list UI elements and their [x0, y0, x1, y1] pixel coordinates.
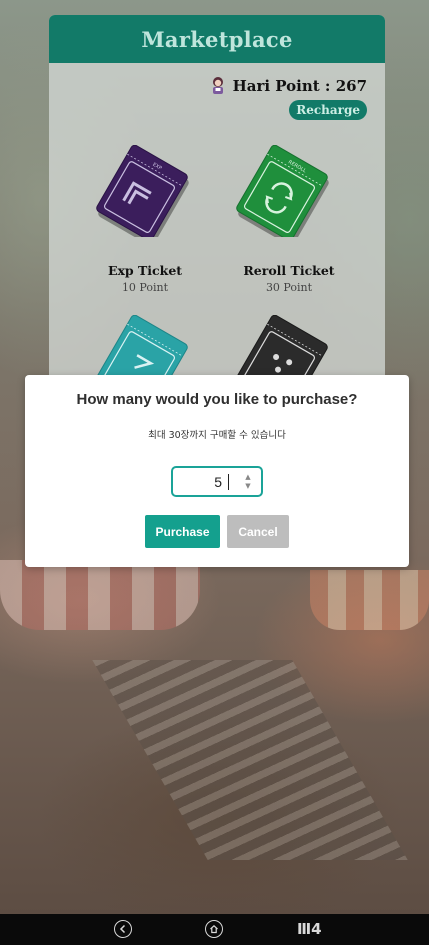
dark-ticket-icon[interactable] [233, 315, 333, 376]
purchase-dialog: How many would you like to purchase? 최대 … [25, 375, 409, 567]
quantity-stepper[interactable]: 5 ▲ ▼ [171, 466, 263, 497]
background-awning-left [0, 560, 200, 630]
points-text: Hari Point : 267 [232, 77, 367, 95]
app-brand-logo[interactable]: Ⅲ4 [297, 920, 322, 938]
exp-ticket-item[interactable]: Exp Ticket 10 Point [75, 263, 215, 294]
back-icon[interactable] [114, 920, 132, 938]
spin-down-icon[interactable]: ▼ [245, 482, 250, 491]
bottom-navbar: Ⅲ4 [0, 914, 429, 945]
exp-ticket-icon[interactable]: EXP [93, 145, 193, 237]
item-price: 10 Point [121, 281, 169, 294]
dialog-subtitle: 최대 30장까지 구매할 수 있습니다 [148, 430, 286, 441]
text-caret [228, 473, 229, 490]
teal-ticket-icon[interactable] [93, 315, 193, 376]
dialog-title: How many would you like to purchase? [76, 391, 358, 408]
cancel-button[interactable]: Cancel [227, 515, 289, 548]
avatar-icon [209, 76, 227, 96]
reroll-ticket-item[interactable]: Reroll Ticket 30 Point [219, 263, 359, 294]
marketplace-title: Marketplace [141, 26, 293, 52]
marketplace-panel: Marketplace Hari Point : 267 Recharge EX… [49, 15, 385, 376]
purchase-button[interactable]: Purchase [145, 515, 220, 548]
quantity-input[interactable]: 5 [173, 474, 228, 490]
item-price: 30 Point [265, 281, 313, 294]
reroll-ticket-icon[interactable]: REROLL [233, 145, 333, 237]
recharge-button[interactable]: Recharge [289, 100, 367, 120]
marketplace-header: Marketplace [49, 15, 385, 63]
item-name: Exp Ticket [107, 263, 183, 278]
home-icon[interactable] [205, 920, 223, 938]
item-name: Reroll Ticket [243, 263, 335, 278]
spin-up-icon[interactable]: ▲ [245, 473, 250, 482]
points-display: Hari Point : 267 [209, 76, 367, 96]
background-awning-right [310, 570, 429, 630]
spin-buttons[interactable]: ▲ ▼ [241, 473, 255, 491]
